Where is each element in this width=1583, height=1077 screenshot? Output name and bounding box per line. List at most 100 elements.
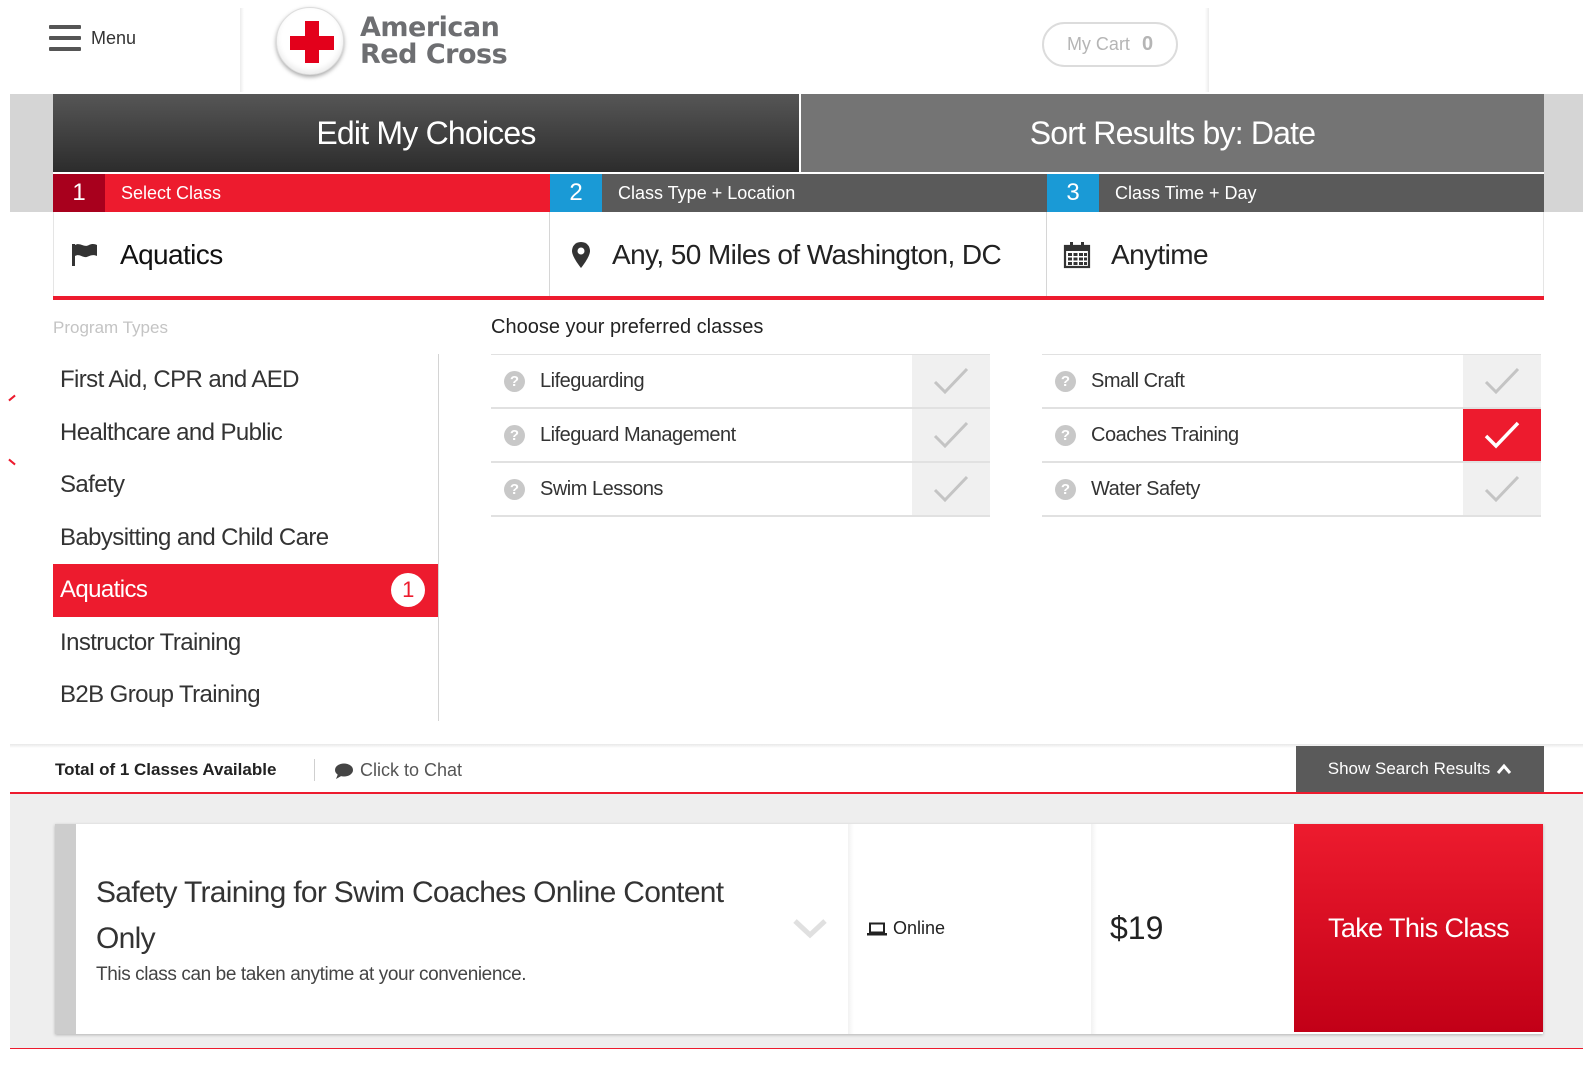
red-cross-icon <box>276 7 344 75</box>
program-type-b2b-group-training[interactable]: B2B Group Training <box>53 669 438 722</box>
help-icon[interactable]: ? <box>504 478 525 500</box>
checkmark-toggle[interactable] <box>1463 463 1541 515</box>
help-icon[interactable]: ? <box>1055 478 1076 500</box>
selected-count-badge: 1 <box>391 573 425 608</box>
results-divider <box>10 1048 1583 1049</box>
class-option-coaches-training[interactable]: ? Coaches Training <box>1042 409 1541 463</box>
program-type-first-aid[interactable]: First Aid, CPR and AED <box>53 354 438 407</box>
check-icon <box>1484 475 1520 503</box>
check-icon <box>1484 367 1520 395</box>
edge-mark <box>8 394 16 402</box>
chevron-down-icon[interactable] <box>792 917 828 939</box>
calendar-icon <box>1063 242 1091 269</box>
chat-bubble-icon <box>335 763 353 779</box>
selection-underline <box>53 296 1544 300</box>
time-selector[interactable]: Anytime <box>1047 212 1544 298</box>
class-option-label: Lifeguarding <box>540 369 645 392</box>
step-select-class: 1 Select Class <box>53 174 550 212</box>
class-price: $19 <box>1110 910 1164 946</box>
map-marker-icon <box>572 242 590 268</box>
cart-count: 0 <box>1141 33 1154 55</box>
class-result-card: Safety Training for Swim Coaches Online … <box>55 824 1543 1034</box>
edit-my-choices-tab[interactable]: Edit My Choices <box>53 94 799 172</box>
site-header: Menu American Red Cross My Cart 0 <box>0 0 1583 94</box>
selected-class: Aquatics <box>120 239 223 270</box>
class-option-lifeguarding[interactable]: ? Lifeguarding <box>491 355 990 409</box>
program-type-label: B2B Group Training <box>60 681 261 709</box>
my-cart-button[interactable]: My Cart 0 <box>1042 22 1178 67</box>
help-icon[interactable]: ? <box>504 370 525 392</box>
class-option-label: Coaches Training <box>1091 423 1239 446</box>
check-icon <box>1484 421 1520 449</box>
card-divider <box>1091 824 1097 1034</box>
location-selector[interactable]: Any, 50 Miles of Washington, DC <box>550 212 1047 298</box>
step-class-time-day: 3 Class Time + Day <box>1047 174 1544 212</box>
show-results-label: Show Search Results <box>1327 759 1491 778</box>
cart-label: My Cart <box>1066 34 1130 54</box>
program-type-label: First Aid, CPR and AED <box>60 366 300 394</box>
hamburger-icon <box>49 25 81 51</box>
logo-wordmark: American Red Cross <box>360 12 508 70</box>
filter-bar-edge <box>1544 94 1583 212</box>
card-accent-bar <box>55 824 76 1034</box>
program-type-label: Safety <box>60 471 125 499</box>
program-type-label: Healthcare and Public <box>60 418 283 446</box>
help-icon[interactable]: ? <box>504 424 525 446</box>
menu-button[interactable]: Menu <box>49 25 136 51</box>
checkmark-toggle[interactable] <box>912 409 990 461</box>
chat-label: Click to Chat <box>360 760 463 780</box>
step-label: Select Class <box>121 182 222 203</box>
class-option-label: Water Safety <box>1091 477 1200 500</box>
step-label: Class Time + Day <box>1115 182 1257 203</box>
program-type-safety[interactable]: Safety <box>53 459 438 512</box>
card-divider <box>848 824 854 1034</box>
help-icon[interactable]: ? <box>1055 424 1076 446</box>
program-type-label: Instructor Training <box>60 628 241 656</box>
take-this-class-button[interactable]: Take This Class <box>1294 824 1543 1032</box>
header-divider <box>1205 8 1209 92</box>
program-type-instructor-training[interactable]: Instructor Training <box>53 617 438 670</box>
step-label: Class Type + Location <box>618 182 796 203</box>
program-types-list: First Aid, CPR and AED Healthcare and Pu… <box>53 354 439 721</box>
class-format: Online <box>867 918 945 939</box>
check-icon <box>933 421 969 449</box>
class-format-label: Online <box>893 918 946 938</box>
class-title: Safety Training for Swim Coaches Online … <box>96 876 724 955</box>
checkmark-toggle[interactable] <box>912 355 990 407</box>
program-type-healthcare[interactable]: Healthcare and Public <box>53 407 438 460</box>
class-selector[interactable]: Aquatics <box>53 212 550 298</box>
show-search-results-button[interactable]: Show Search Results <box>1296 746 1544 792</box>
step-number: 1 <box>53 174 105 212</box>
help-icon[interactable]: ? <box>1055 370 1076 392</box>
flag-icon <box>72 244 97 266</box>
class-option-label: Small Craft <box>1091 369 1185 392</box>
header-divider <box>240 8 244 92</box>
edge-mark <box>8 458 16 466</box>
laptop-icon <box>867 922 887 935</box>
class-option-small-craft[interactable]: ? Small Craft <box>1042 355 1541 409</box>
preferred-classes-column: ? Lifeguarding ? Lifeguard Management ? … <box>491 354 990 517</box>
step-number: 2 <box>550 174 602 212</box>
total-classes-count: Total of 1 Classes Available <box>55 760 277 779</box>
check-icon <box>933 475 969 503</box>
checkmark-toggle[interactable] <box>1463 355 1541 407</box>
program-type-label: Babysitting and Child Care <box>60 523 329 551</box>
selected-location: Any, 50 Miles of Washington, DC <box>612 239 1002 270</box>
sort-results-tab[interactable]: Sort Results by: Date <box>801 94 1544 172</box>
class-option-lifeguard-management[interactable]: ? Lifeguard Management <box>491 409 990 463</box>
class-option-water-safety[interactable]: ? Water Safety <box>1042 463 1541 517</box>
menu-label: Menu <box>91 27 137 48</box>
program-type-babysitting[interactable]: Babysitting and Child Care <box>53 512 438 565</box>
step-number: 3 <box>1047 174 1099 212</box>
divider <box>314 759 315 781</box>
program-types-heading: Program Types <box>53 318 168 337</box>
checkmark-toggle[interactable] <box>1463 409 1541 461</box>
checkmark-toggle[interactable] <box>912 463 990 515</box>
red-cross-logo[interactable]: American Red Cross <box>276 7 508 75</box>
click-to-chat-link[interactable]: Click to Chat <box>334 760 462 781</box>
chevron-up-icon <box>1497 763 1512 774</box>
program-type-aquatics[interactable]: Aquatics 1 <box>53 564 438 617</box>
class-option-swim-lessons[interactable]: ? Swim Lessons <box>491 463 990 517</box>
class-description: This class can be taken anytime at your … <box>96 964 527 985</box>
check-icon <box>933 367 969 395</box>
